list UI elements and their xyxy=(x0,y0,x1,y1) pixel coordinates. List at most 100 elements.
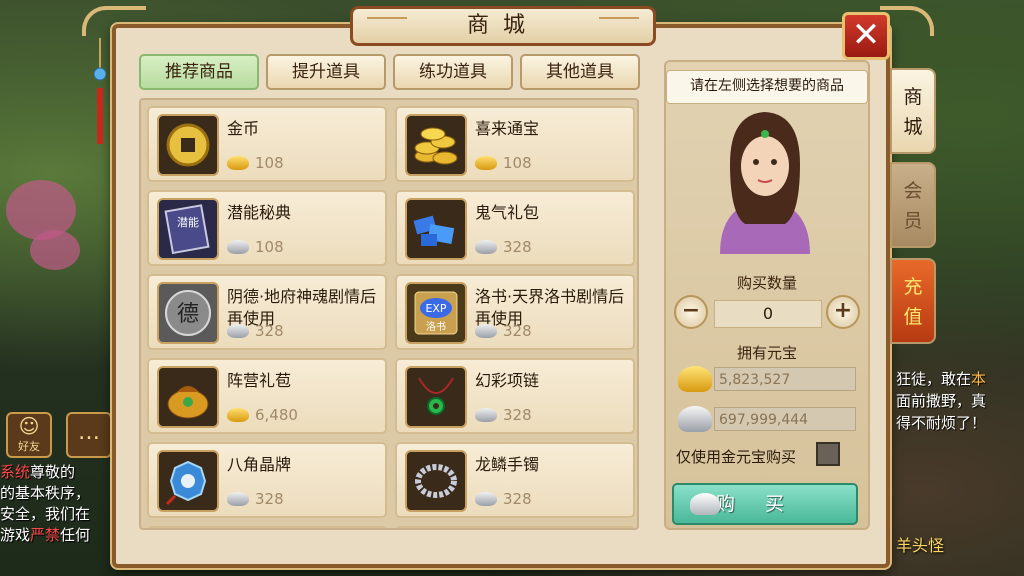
product-price: 328 xyxy=(475,320,532,342)
chat-bubble-icon: … xyxy=(78,420,100,445)
chat-line: 安全，我们在 xyxy=(0,505,91,523)
quantity-input[interactable]: 0 xyxy=(714,300,822,328)
exp-scroll-icon: EXP 洛书 xyxy=(405,282,467,344)
silver-balance: 697,999,444 xyxy=(714,407,856,431)
blue-crystal-icon xyxy=(405,198,467,260)
product-price: 328 xyxy=(227,320,284,342)
price-value: 328 xyxy=(255,490,284,508)
price-value: 328 xyxy=(255,322,284,340)
system-tag: 系统 xyxy=(0,463,31,481)
price-value: 108 xyxy=(255,238,284,256)
jade-necklace-icon xyxy=(405,366,467,428)
product-item[interactable]: 金币 108 xyxy=(147,106,387,182)
token-glyph: 德 xyxy=(177,302,199,327)
silver-ingot-icon xyxy=(227,240,249,254)
product-item[interactable]: 潜能 潜能秘典 108 xyxy=(147,190,387,266)
product-price: 108 xyxy=(227,152,284,174)
product-item[interactable]: 鬼气礼包 328 xyxy=(395,190,635,266)
product-item[interactable]: 龙鳞手镯 328 xyxy=(395,442,635,518)
silver-ingot-icon xyxy=(678,406,712,432)
side-tab-vip[interactable]: 会员 xyxy=(890,162,936,248)
product-item[interactable] xyxy=(147,526,387,528)
hanging-pendant-icon xyxy=(94,38,106,144)
product-item[interactable]: 德 阴德·地府神魂剧情后再使用 328 xyxy=(147,274,387,350)
product-name: 喜来通宝 xyxy=(475,119,540,138)
friend-label: 好友 xyxy=(18,440,40,453)
silver-ingot-icon xyxy=(690,493,720,515)
dialogue-highlight: 本 xyxy=(971,370,987,388)
gift-bag-icon xyxy=(157,366,219,428)
shopkeeper-portrait xyxy=(720,112,810,254)
silver-ingot-icon xyxy=(475,408,497,422)
decrease-quantity-button[interactable]: − xyxy=(674,295,708,329)
friend-icon: ☺ xyxy=(18,414,40,438)
product-item[interactable]: 八角晶牌 328 xyxy=(147,442,387,518)
friend-button[interactable]: ☺ 好友 xyxy=(6,412,52,458)
price-value: 108 xyxy=(255,154,284,172)
minus-icon: − xyxy=(681,298,701,323)
product-price: 108 xyxy=(227,236,284,258)
npc-dialogue-log: 狂徒，敢在本 面前撒野，真 得不耐烦了！ xyxy=(896,368,996,434)
tab-upgrade-items[interactable]: 提升道具 xyxy=(266,54,386,90)
side-tab-label: 充值 xyxy=(903,276,923,328)
product-name: 八角晶牌 xyxy=(227,455,292,474)
tab-recommended[interactable]: 推荐商品 xyxy=(139,54,259,90)
product-price: 328 xyxy=(475,488,532,510)
product-price: 108 xyxy=(475,152,532,174)
owned-currency-label: 拥有元宝 xyxy=(736,344,797,362)
only-gold-label: 仅使用金元宝购买 xyxy=(676,448,797,466)
product-name: 潜能秘典 xyxy=(227,203,292,222)
product-price: 328 xyxy=(475,236,532,258)
silver-ingot-icon xyxy=(475,240,497,254)
close-button[interactable]: ✕ xyxy=(842,12,890,60)
dialogue-line: 面前撒野，真 xyxy=(896,392,987,410)
buy-button[interactable]: 购买 xyxy=(672,483,858,525)
gold-ingot-icon xyxy=(475,156,497,170)
frame-ornament-left xyxy=(82,6,146,36)
product-name: 金币 xyxy=(227,119,260,138)
chat-line: 的基本秩序， xyxy=(0,484,91,502)
only-gold-checkbox[interactable] xyxy=(816,442,840,466)
product-grid[interactable]: 金币 108 喜来通宝 108 潜能 潜能秘典 108 鬼气礼包 328 德 阴… xyxy=(139,98,639,530)
side-tab-recharge[interactable]: 充值 xyxy=(890,258,936,344)
product-price: 328 xyxy=(475,404,532,426)
gold-ingot-add-icon[interactable] xyxy=(678,366,712,392)
coin-stack-icon xyxy=(405,114,467,176)
product-item[interactable]: EXP 洛书 洛书·天界洛书剧情后再使用 328 xyxy=(395,274,635,350)
product-item[interactable]: 喜来通宝 108 xyxy=(395,106,635,182)
product-price: 328 xyxy=(227,488,284,510)
silver-ingot-icon xyxy=(475,492,497,506)
product-name: 龙鳞手镯 xyxy=(475,455,540,474)
dialogue-line: 得不耐烦了！ xyxy=(896,414,987,432)
silver-balance-row: 697,999,444 xyxy=(678,406,856,432)
side-tab-label: 会员 xyxy=(903,180,923,232)
price-value: 328 xyxy=(503,490,532,508)
dialogue-line: 狂徒，敢在 xyxy=(896,370,972,388)
price-value: 328 xyxy=(503,322,532,340)
product-name: 幻彩项链 xyxy=(475,371,540,390)
exp-badge: EXP xyxy=(425,302,446,315)
cherry-blossom-decoration xyxy=(30,230,80,270)
gold-ingot-icon xyxy=(227,156,249,170)
gold-balance: 5,823,527 xyxy=(714,367,856,391)
crystal-plaque-icon xyxy=(157,450,219,512)
tab-training-items[interactable]: 练功道具 xyxy=(393,54,513,90)
chat-line: 任何 xyxy=(60,526,91,544)
chat-line: 尊敬的 xyxy=(30,463,76,481)
chat-line: 游戏 xyxy=(0,526,31,544)
increase-quantity-button[interactable]: + xyxy=(826,295,860,329)
product-item[interactable]: 阵营礼苞 6,480 xyxy=(147,358,387,434)
product-item[interactable] xyxy=(395,526,635,528)
scroll-label: 洛书 xyxy=(426,320,446,333)
chat-button[interactable]: … xyxy=(66,412,112,458)
quantity-label: 购买数量 xyxy=(736,274,797,292)
gold-ingot-icon xyxy=(227,408,249,422)
side-tab-label: 商城 xyxy=(903,86,923,138)
tab-other-items[interactable]: 其他道具 xyxy=(520,54,640,90)
product-price: 6,480 xyxy=(227,404,298,426)
monster-name-label[interactable]: 羊头怪 xyxy=(896,532,944,556)
product-item[interactable]: 幻彩项链 328 xyxy=(395,358,635,434)
side-tab-shop[interactable]: 商城 xyxy=(890,68,936,154)
close-icon: ✕ xyxy=(851,15,881,55)
silver-ingot-icon xyxy=(227,492,249,506)
